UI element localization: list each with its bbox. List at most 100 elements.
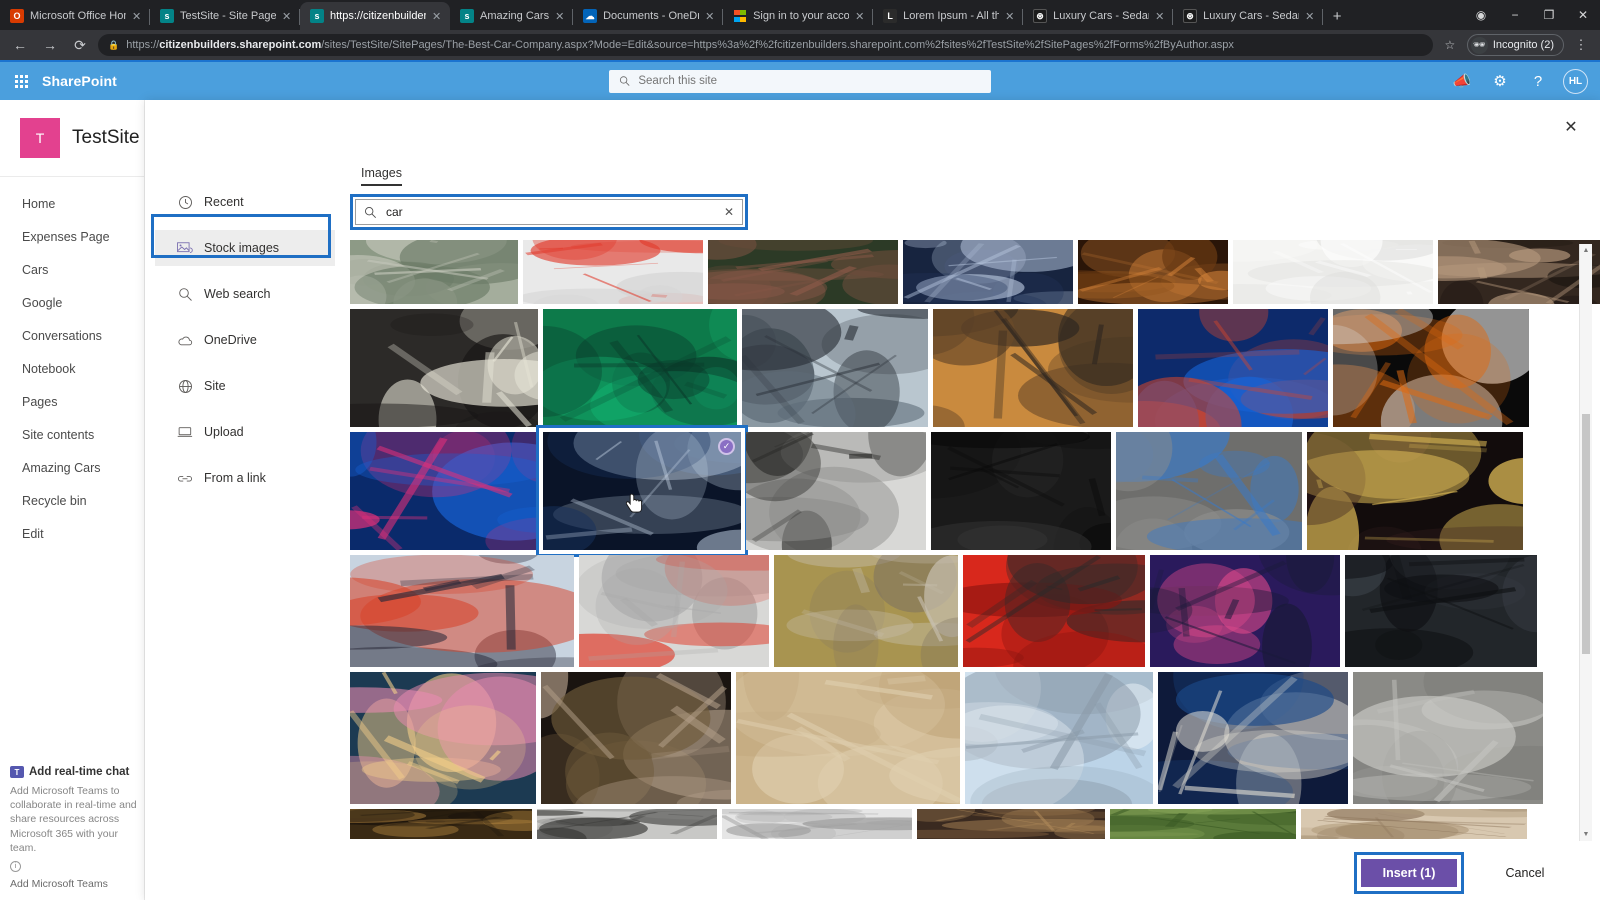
image-thumbnail-dark-tunnel-road[interactable] [1438,240,1600,304]
browser-tab[interactable]: Sign in to your account ✕ [723,2,874,30]
cancel-button[interactable]: Cancel [1478,857,1572,888]
incognito-indicator[interactable]: 🕶 Incognito (2) [1466,34,1564,56]
back-icon[interactable]: ← [8,33,32,57]
tab-close-icon[interactable]: ✕ [855,10,865,23]
tab-close-icon[interactable]: ✕ [1005,10,1015,23]
image-thumbnail-sunset-road-partial[interactable] [350,809,532,839]
image-thumbnail-police-car-blue-lights[interactable] [1138,309,1328,427]
image-thumbnail-abstract-light-motion[interactable] [1150,555,1340,667]
image-thumbnail-bookshelf-partial[interactable] [917,809,1105,839]
app-launcher-icon[interactable] [0,74,42,88]
tab-close-icon[interactable]: ✕ [555,10,565,23]
sharepoint-brand[interactable]: SharePoint [42,73,117,89]
forward-icon[interactable]: → [38,33,62,57]
help-icon[interactable]: ? [1521,64,1555,98]
image-thumbnail-woman-photographing-from-car[interactable] [742,309,928,427]
sidebar-item-recycle-bin[interactable]: Recycle bin [0,484,144,517]
avatar[interactable]: HL [1563,68,1588,94]
site-search-box[interactable] [609,69,991,93]
image-thumbnail-showroom-partial[interactable] [722,809,912,839]
source-item-onedrive[interactable]: OneDrive [155,322,335,358]
image-thumbnail-disabled-parking-space[interactable] [1116,432,1302,550]
sidebar-item-amazing-cars[interactable]: Amazing Cars [0,451,144,484]
tab-close-icon[interactable]: ✕ [1305,10,1315,23]
sidebar-item-edit[interactable]: Edit [0,517,144,550]
image-thumbnail-night-city-bokeh[interactable] [1078,240,1228,304]
image-thumbnail-toy-cars-lineup[interactable] [523,240,703,304]
info-icon[interactable]: i [10,861,21,872]
source-item-stock-images[interactable]: Stock images [155,230,335,266]
sidebar-item-site-contents[interactable]: Site contents [0,418,144,451]
image-thumbnail-colorful-bokeh-lights[interactable] [350,672,536,804]
scrollbar-thumb[interactable] [1582,414,1590,654]
insert-button[interactable]: Insert (1) [1361,858,1457,887]
image-thumbnail-welder-sparks[interactable] [1307,432,1523,550]
browser-menu-icon[interactable]: ⋮ [1570,37,1592,53]
tab-close-icon[interactable]: ✕ [432,10,442,23]
browser-tab[interactable]: O Microsoft Office Home ✕ [0,2,150,30]
tab-close-icon[interactable]: ✕ [1155,10,1165,23]
image-thumbnail-bicycle-partial[interactable] [537,809,717,839]
tab-images[interactable]: Images [353,162,410,188]
image-thumbnail-ploughed-field-aerial[interactable] [736,672,960,804]
image-thumbnail-shopping-trolleys-row[interactable] [579,555,769,667]
image-thumbnail-interior-partial[interactable] [1301,809,1527,839]
image-thumbnail-truck-sunset-highway[interactable] [933,309,1133,427]
image-thumbnail-aerial-highway-interchange[interactable] [350,240,518,304]
image-thumbnail-green-field-partial[interactable] [1110,809,1296,839]
results-scrollbar[interactable]: ▲ ▼ [1579,244,1592,841]
browser-tab[interactable]: s Amazing Cars ✕ [450,2,574,30]
browser-tab[interactable]: ☁ Documents - OneDrive ✕ [573,2,724,30]
gear-icon[interactable]: ⚙ [1483,64,1517,98]
sidebar-item-expenses-page[interactable]: Expenses Page [0,220,144,253]
scroll-up-arrow[interactable]: ▲ [1580,244,1592,257]
tab-close-icon[interactable]: ✕ [132,10,142,23]
sidebar-item-cars[interactable]: Cars [0,253,144,286]
address-bar[interactable]: 🔒 https://citizenbuilders.sharepoint.com… [98,34,1433,56]
megaphone-icon[interactable]: 📣 [1445,64,1479,98]
site-header[interactable]: T TestSite [0,100,144,172]
site-search-input[interactable] [638,75,981,87]
sidebar-item-conversations[interactable]: Conversations [0,319,144,352]
image-thumbnail-light-trails-curve[interactable] [1158,672,1348,804]
bookmark-star-icon[interactable]: ☆ [1439,38,1461,52]
clear-search-icon[interactable]: ✕ [724,205,734,219]
image-thumbnail-formula-race-car-pit-lane[interactable] [350,555,574,667]
image-thumbnail-mechanic-repairing-engine[interactable] [541,672,731,804]
image-thumbnail-stacked-tyres[interactable] [931,432,1111,550]
source-item-site[interactable]: Site [155,368,335,404]
minimize-button[interactable]: − [1498,0,1532,30]
image-thumbnail-busy-motorway-aerial[interactable] [1353,672,1543,804]
sidebar-item-home[interactable]: Home [0,187,144,220]
source-item-recent[interactable]: Recent [155,184,335,220]
image-thumbnail-neon-city-light-streaks[interactable] [350,432,538,550]
browser-tab[interactable]: s TestSite - Site Pages - ✕ [150,2,300,30]
reload-icon[interactable]: ⟳ [68,33,92,57]
source-item-upload[interactable]: Upload [155,414,335,450]
image-thumbnail-car-rear-on-road[interactable] [746,432,926,550]
close-window-button[interactable]: ✕ [1566,0,1600,30]
image-thumbnail-highway-junction-night-aerial[interactable]: ✓ [536,425,748,557]
stock-search-box[interactable]: ✕ [355,199,743,225]
tab-close-icon[interactable]: ✕ [282,10,292,23]
close-icon[interactable]: ✕ [1558,114,1584,140]
browser-tab[interactable]: ⊛ Luxury Cars - Sedans, ✕ [1023,2,1174,30]
browser-tab[interactable]: ⊛ Luxury Cars - Sedans, ✕ [1173,2,1324,30]
sidebar-item-google[interactable]: Google [0,286,144,319]
image-thumbnail-blurred-white-road[interactable] [1233,240,1433,304]
source-item-from-a-link[interactable]: From a link [155,460,335,496]
maximize-button[interactable]: ❐ [1532,0,1566,30]
scroll-down-arrow[interactable]: ▼ [1580,828,1592,841]
image-thumbnail-green-motion-blur[interactable] [543,309,737,427]
image-thumbnail-parking-lot-aerial[interactable] [903,240,1073,304]
browser-tab[interactable]: L Lorem Ipsum - All the ✕ [873,2,1024,30]
image-thumbnail-dark-road-aerial[interactable] [1345,555,1537,667]
image-thumbnail-van-on-dirt-road-mountains[interactable] [774,555,958,667]
profile-icon[interactable]: ◉ [1464,0,1498,30]
image-thumbnail-woman-in-winter-scarf[interactable] [708,240,898,304]
sidebar-item-pages[interactable]: Pages [0,385,144,418]
stock-search-input[interactable] [386,205,715,219]
browser-tab-active[interactable]: s https://citizenbuilders ✕ [300,2,450,30]
add-teams-link[interactable]: Add Microsoft Teams [10,878,137,890]
image-thumbnail-red-car-tail-light[interactable] [963,555,1145,667]
